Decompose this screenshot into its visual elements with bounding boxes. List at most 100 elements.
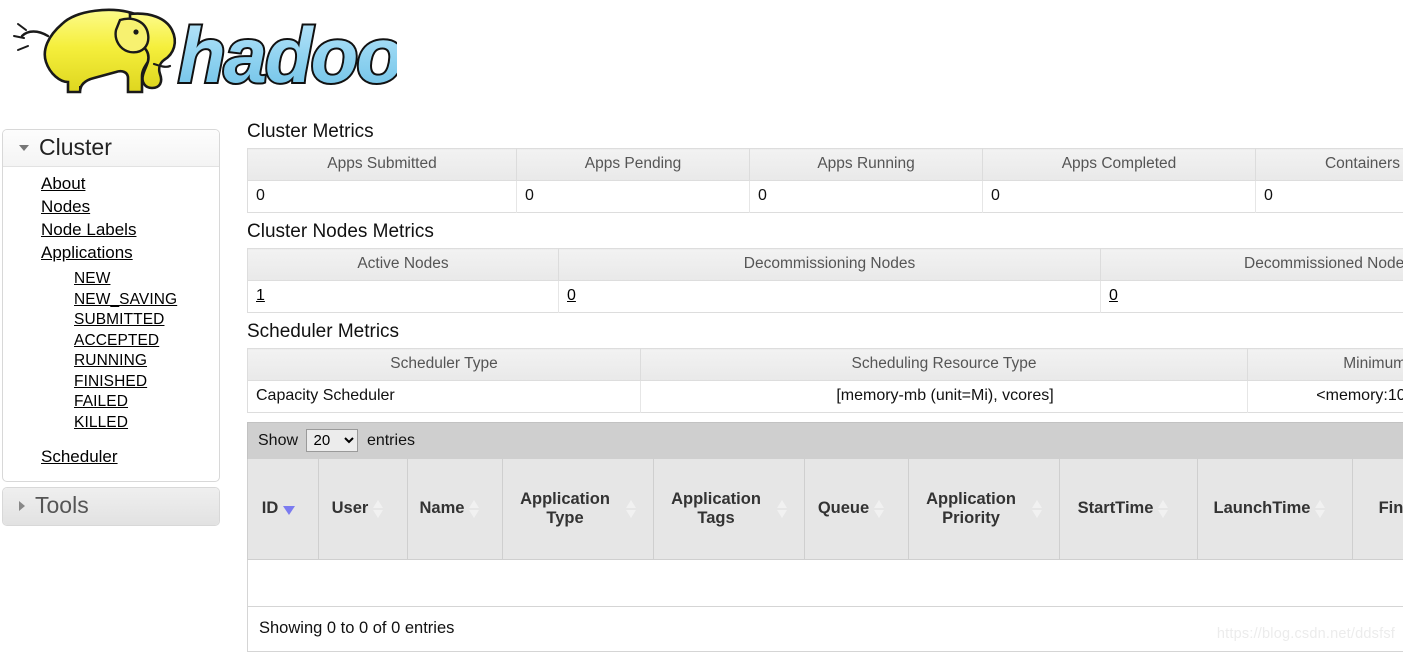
col-starttime-label: StartTime <box>1078 499 1154 518</box>
applications-table-body <box>248 560 1403 607</box>
col-id[interactable]: ID <box>248 459 319 560</box>
cluster-metrics-header-row: Apps Submitted Apps Pending Apps Running… <box>248 149 1403 181</box>
sidebar-application-states: NEW NEW_SAVING SUBMITTED ACCEPTED <box>41 269 219 433</box>
col-apps-submitted: Apps Submitted <box>248 149 517 181</box>
col-containers-running: Containers Running <box>1256 149 1403 181</box>
datatable-length-control: Show 20 40 60 80 100 entries <box>247 422 1403 459</box>
val-decommissioning-nodes-cell: 0 <box>559 281 1101 313</box>
sidebar-item-killed: KILLED <box>74 413 219 434</box>
sidebar-link-new[interactable]: NEW <box>74 270 110 287</box>
col-finishtime-label: FinishTime <box>1379 499 1403 518</box>
sidebar-item-about: About <box>41 173 219 196</box>
val-active-nodes-cell: 1 <box>248 281 559 313</box>
sidebar-item-failed: FAILED <box>74 392 219 413</box>
val-minimum-allocation: <memory:1024, vCores:1> <box>1248 381 1403 413</box>
cluster-metrics-value-row: 0 0 0 0 0 0 B <box>248 181 1403 213</box>
sidebar-link-finished[interactable]: FINISHED <box>74 373 147 390</box>
val-scheduling-resource-type: [memory-mb (unit=Mi), vcores] <box>641 381 1248 413</box>
show-label: Show <box>258 432 298 449</box>
sort-both-icon <box>1315 499 1326 519</box>
col-application-priority-label: Application Priority <box>915 490 1027 529</box>
sidebar-link-new-saving[interactable]: NEW_SAVING <box>74 291 177 308</box>
sidebar-cluster-header[interactable]: Cluster <box>3 130 219 167</box>
datatable-info: Showing 0 to 0 of 0 entries <box>247 607 1403 652</box>
hadoop-logo[interactable]: hadoop <box>2 2 397 102</box>
val-decommissioned-nodes[interactable]: 0 <box>1109 287 1118 304</box>
sidebar-link-applications[interactable]: Applications <box>41 243 133 262</box>
svg-text:hadoop: hadoop <box>178 11 397 99</box>
col-active-nodes: Active Nodes <box>248 249 559 281</box>
col-apps-completed: Apps Completed <box>983 149 1256 181</box>
sidebar-spacer <box>3 433 219 446</box>
applications-empty-row <box>248 560 1403 607</box>
entries-per-page-select[interactable]: 20 40 60 80 100 <box>306 429 358 452</box>
sidebar-cluster-links: About Nodes Node Labels Applications NEW <box>3 173 219 433</box>
sort-both-icon <box>373 499 384 519</box>
sidebar-item-running: RUNNING <box>74 351 219 372</box>
elephant-glyph <box>14 10 175 92</box>
sidebar-item-finished: FINISHED <box>74 372 219 393</box>
sidebar-link-accepted[interactable]: ACCEPTED <box>74 332 159 349</box>
val-decommissioned-nodes-cell: 0 <box>1101 281 1403 313</box>
col-finishtime[interactable]: FinishTime <box>1353 459 1403 560</box>
chevron-right-icon <box>19 501 25 511</box>
val-apps-completed: 0 <box>983 181 1256 213</box>
sidebar-item-applications: Applications NEW NEW_SAVING SUBMITTED <box>41 242 219 433</box>
col-launchtime[interactable]: LaunchTime <box>1198 459 1353 560</box>
val-containers-running: 0 <box>1256 181 1403 213</box>
sidebar-link-about[interactable]: About <box>41 174 85 193</box>
scheduler-metrics-table: Scheduler Type Scheduling Resource Type … <box>247 348 1403 413</box>
sidebar-item-node-labels: Node Labels <box>41 219 219 242</box>
sidebar-link-nodes[interactable]: Nodes <box>41 197 90 216</box>
val-active-nodes[interactable]: 1 <box>256 287 265 304</box>
sort-desc-icon <box>283 499 294 519</box>
sidebar-tools-header[interactable]: Tools <box>3 488 219 524</box>
sort-both-icon <box>777 499 788 519</box>
col-apps-pending: Apps Pending <box>517 149 750 181</box>
col-application-tags-label: Application Tags <box>660 490 772 529</box>
applications-datatable: Show 20 40 60 80 100 entries <box>247 422 1403 652</box>
col-user-label: User <box>332 499 369 518</box>
sidebar-link-killed[interactable]: KILLED <box>74 414 128 431</box>
col-launchtime-label: LaunchTime <box>1214 499 1311 518</box>
val-apps-pending: 0 <box>517 181 750 213</box>
sidebar-link-running[interactable]: RUNNING <box>74 352 147 369</box>
col-starttime[interactable]: StartTime <box>1060 459 1198 560</box>
col-decommissioning-nodes: Decommissioning Nodes <box>559 249 1101 281</box>
scheduler-metrics-title: Scheduler Metrics <box>247 322 1403 342</box>
val-decommissioning-nodes[interactable]: 0 <box>567 287 576 304</box>
col-application-type[interactable]: Application Type <box>503 459 654 560</box>
sidebar-link-scheduler[interactable]: Scheduler <box>41 447 118 466</box>
cluster-nodes-metrics-table: Active Nodes Decommissioning Nodes Decom… <box>247 248 1403 313</box>
col-application-tags[interactable]: Application Tags <box>654 459 805 560</box>
sidebar-item-new: NEW <box>74 269 219 290</box>
val-apps-running: 0 <box>750 181 983 213</box>
page-header: hadoop <box>0 2 1403 106</box>
val-apps-submitted: 0 <box>248 181 517 213</box>
sidebar-link-submitted[interactable]: SUBMITTED <box>74 311 164 328</box>
hadoop-wordmark: hadoop <box>178 11 397 99</box>
col-queue-label: Queue <box>818 499 869 518</box>
sort-both-icon <box>469 499 480 519</box>
cluster-metrics-title: Cluster Metrics <box>247 122 1403 142</box>
sidebar-item-new-saving: NEW_SAVING <box>74 290 219 311</box>
sidebar-link-node-labels[interactable]: Node Labels <box>41 220 136 239</box>
col-name[interactable]: Name <box>408 459 503 560</box>
sidebar-section-tools: Tools <box>2 487 220 525</box>
col-user[interactable]: User <box>319 459 408 560</box>
sort-both-icon <box>1158 499 1169 519</box>
applications-table: ID User Name <box>247 459 1403 607</box>
chevron-down-icon <box>19 145 29 151</box>
entries-label: entries <box>367 432 415 449</box>
sort-both-icon <box>874 499 885 519</box>
sidebar: Cluster About Nodes Node Labels Applicat… <box>2 106 220 531</box>
main-content: Cluster Metrics Apps Submitted Apps Pend… <box>220 106 1403 652</box>
sort-both-icon <box>626 499 637 519</box>
col-application-priority[interactable]: Application Priority <box>909 459 1060 560</box>
sidebar-item-scheduler: Scheduler <box>41 446 219 469</box>
col-queue[interactable]: Queue <box>805 459 909 560</box>
sidebar-link-failed[interactable]: FAILED <box>74 393 128 410</box>
sidebar-cluster-body: About Nodes Node Labels Applications NEW <box>3 167 219 481</box>
sort-both-icon <box>1032 499 1043 519</box>
col-id-label: ID <box>262 499 279 518</box>
